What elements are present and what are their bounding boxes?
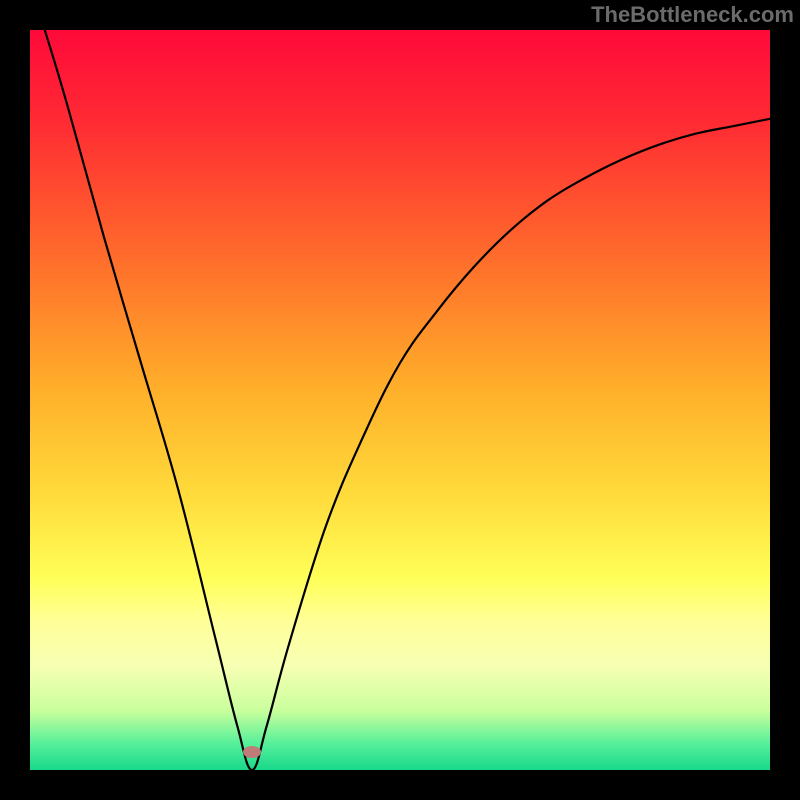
gradient-background <box>30 30 770 770</box>
watermark-text: TheBottleneck.com <box>591 2 794 28</box>
chart-frame: TheBottleneck.com <box>0 0 800 800</box>
plot-area <box>30 30 770 770</box>
minimum-marker <box>243 746 261 758</box>
